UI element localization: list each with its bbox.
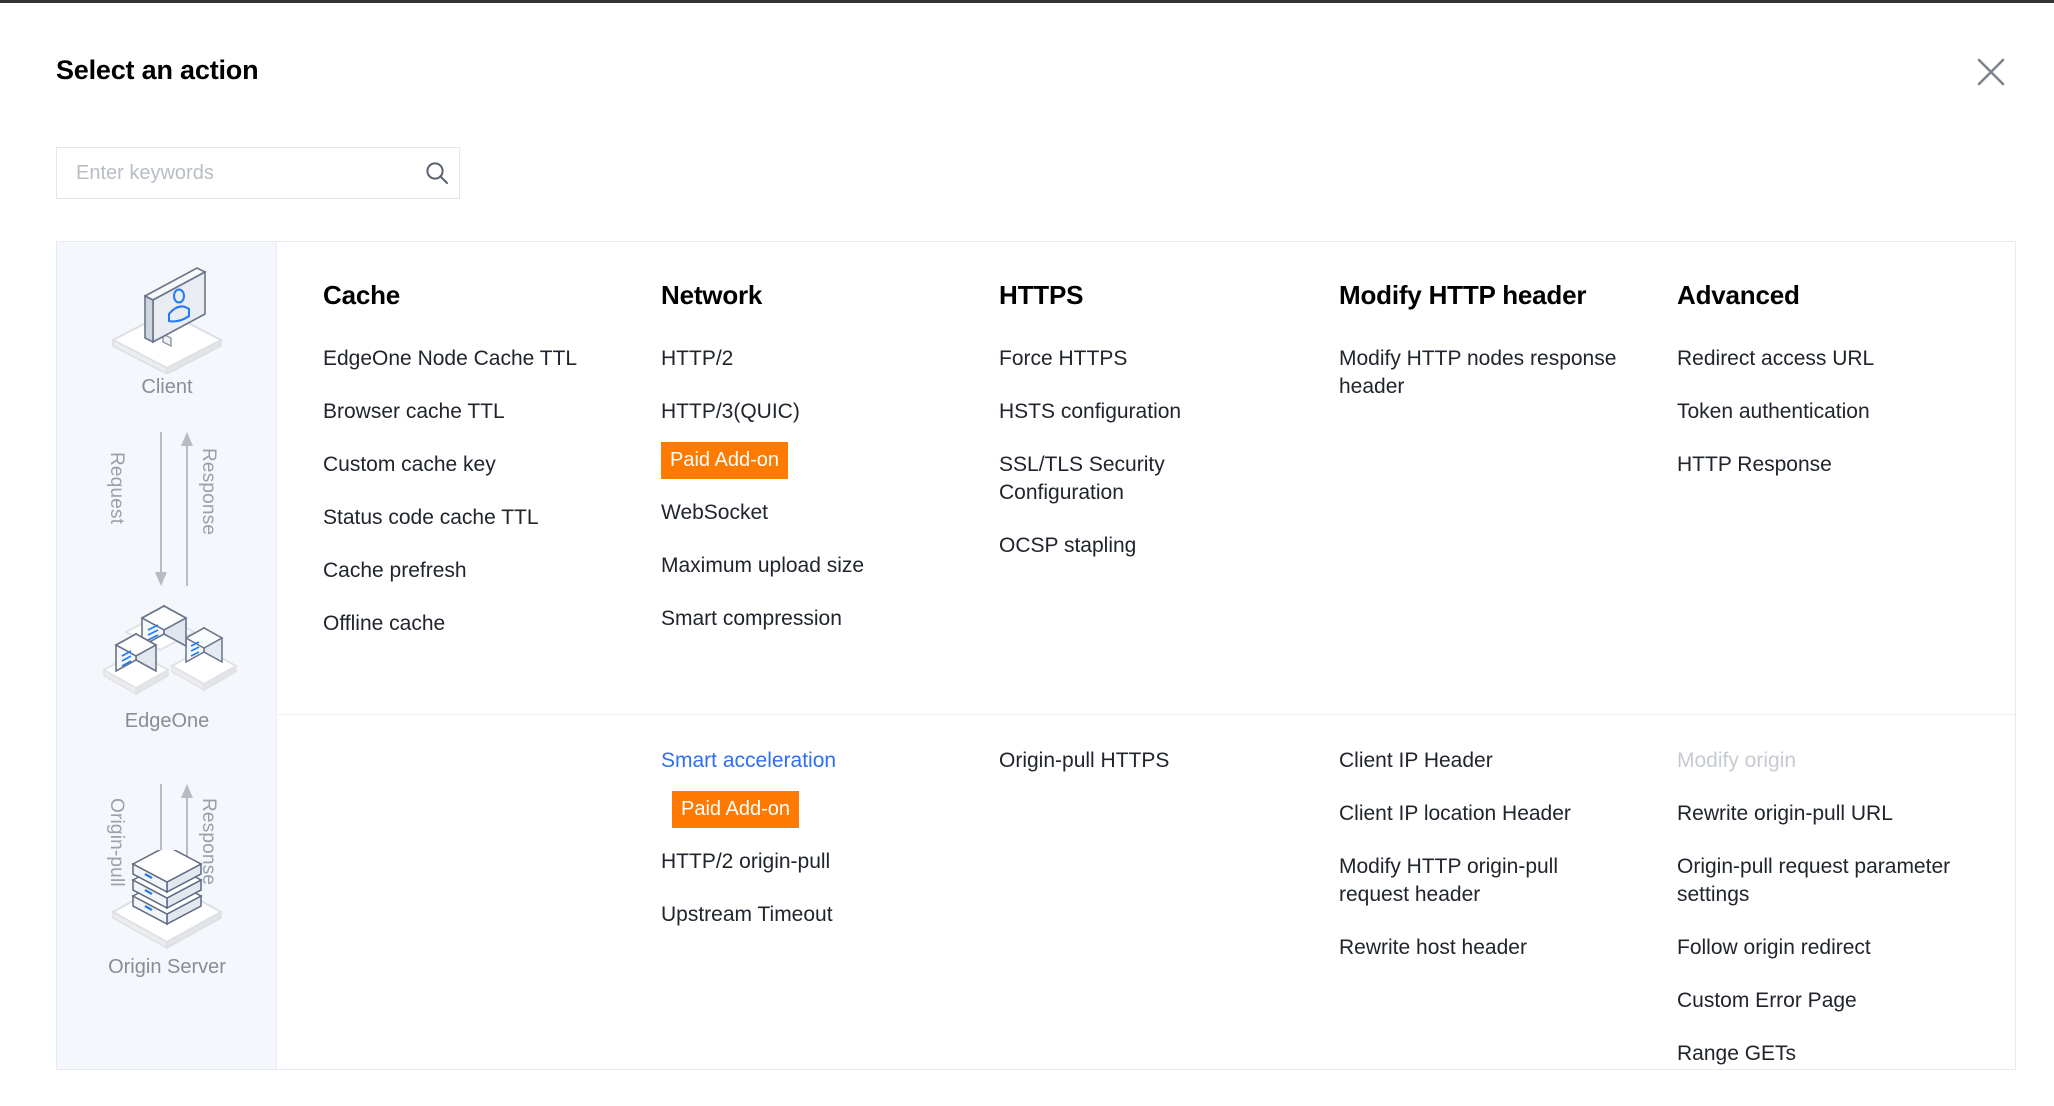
action-status-code-cache-ttl[interactable]: Status code cache TTL <box>323 504 613 532</box>
column-modify-http-header-origin: Client IP Header Client IP location Head… <box>1293 747 1631 1092</box>
action-custom-error-page[interactable]: Custom Error Page <box>1677 987 1967 1015</box>
column-advanced-origin: Modify origin Rewrite origin-pull URL Or… <box>1631 747 1971 1092</box>
action-websocket[interactable]: WebSocket <box>661 499 951 527</box>
column-advanced: Advanced Redirect access URL Token authe… <box>1631 280 1971 692</box>
diagram-flow-label-response-upper: Response <box>198 448 219 536</box>
action-rewrite-host-header[interactable]: Rewrite host header <box>1339 934 1629 962</box>
action-ssl-tls-security-configuration[interactable]: SSL/TLS Security Configuration <box>999 451 1289 507</box>
edgeone-servers-icon <box>57 592 277 708</box>
column-cache-origin <box>277 747 615 1092</box>
action-http2[interactable]: HTTP/2 <box>661 345 951 373</box>
diagram-node-client: Client <box>57 264 277 399</box>
column-modify-http-header: Modify HTTP header Modify HTTP nodes res… <box>1293 280 1631 692</box>
close-icon[interactable] <box>1970 51 2012 93</box>
action-hsts-configuration[interactable]: HSTS configuration <box>999 398 1289 426</box>
actions-row-origin-pull: Smart acceleration Paid Add-on HTTP/2 or… <box>277 715 2015 1102</box>
action-edgeone-node-cache-ttl[interactable]: EdgeOne Node Cache TTL <box>323 345 613 373</box>
column-https-origin: Origin-pull HTTPS <box>953 747 1293 1092</box>
origin-server-stack-icon <box>57 850 277 954</box>
actions-row-client: Cache EdgeOne Node Cache TTL Browser cac… <box>277 242 2015 714</box>
action-http3-quic[interactable]: HTTP/3(QUIC) <box>661 398 951 426</box>
action-smart-acceleration[interactable]: Smart acceleration <box>661 747 951 775</box>
search-input[interactable] <box>57 161 415 185</box>
column-title-advanced: Advanced <box>1677 280 1800 310</box>
diagram-node-origin-server: Origin Server <box>57 850 277 979</box>
action-range-gets[interactable]: Range GETs <box>1677 1040 1967 1068</box>
action-follow-origin-redirect[interactable]: Follow origin redirect <box>1677 934 1967 962</box>
action-cache-prefresh[interactable]: Cache prefresh <box>323 557 613 585</box>
action-custom-cache-key[interactable]: Custom cache key <box>323 451 613 479</box>
actions-grid: Cache EdgeOne Node Cache TTL Browser cac… <box>277 242 2015 1069</box>
action-origin-pull-https[interactable]: Origin-pull HTTPS <box>999 747 1289 775</box>
action-maximum-upload-size[interactable]: Maximum upload size <box>661 552 951 580</box>
action-smart-compression[interactable]: Smart compression <box>661 605 951 633</box>
actions-panel: Client Request Response EdgeOne Origin-p… <box>56 241 2016 1070</box>
action-token-authentication[interactable]: Token authentication <box>1677 398 1967 426</box>
action-ocsp-stapling[interactable]: OCSP stapling <box>999 532 1289 560</box>
diagram-flow-label-request: Request <box>106 452 127 525</box>
diagram-node-label: Origin Server <box>108 956 226 978</box>
action-http-response[interactable]: HTTP Response <box>1677 451 1967 479</box>
diagram-flow-upper: Request Response <box>57 430 277 588</box>
column-cache: Cache EdgeOne Node Cache TTL Browser cac… <box>277 280 615 692</box>
diagram-node-label: Client <box>141 376 193 398</box>
action-modify-http-nodes-response-header[interactable]: Modify HTTP nodes response header <box>1339 345 1629 401</box>
action-modify-http-origin-pull-request-header[interactable]: Modify HTTP origin-pull request header <box>1339 853 1629 909</box>
action-client-ip-header[interactable]: Client IP Header <box>1339 747 1629 775</box>
search-icon[interactable] <box>415 160 459 186</box>
column-title-network: Network <box>661 280 763 310</box>
action-http2-origin-pull[interactable]: HTTP/2 origin-pull <box>661 848 951 876</box>
action-client-ip-location-header[interactable]: Client IP location Header <box>1339 800 1629 828</box>
action-upstream-timeout[interactable]: Upstream Timeout <box>661 901 951 929</box>
request-flow-diagram: Client Request Response EdgeOne Origin-p… <box>57 242 277 1069</box>
action-browser-cache-ttl[interactable]: Browser cache TTL <box>323 398 613 426</box>
action-modify-origin: Modify origin <box>1677 749 1797 772</box>
search-box[interactable] <box>56 147 460 199</box>
action-force-https[interactable]: Force HTTPS <box>999 345 1289 373</box>
column-title-modify-http-header: Modify HTTP header <box>1339 280 1587 310</box>
paid-addon-badge: Paid Add-on <box>661 441 788 479</box>
column-network: Network HTTP/2 HTTP/3(QUIC) Paid Add-on … <box>615 280 953 692</box>
column-title-https: HTTPS <box>999 280 1084 310</box>
select-action-modal: Select an action Enter keywords Client R… <box>0 3 2054 1103</box>
action-offline-cache[interactable]: Offline cache <box>323 610 613 638</box>
diagram-node-label: EdgeOne <box>124 710 210 732</box>
column-network-origin: Smart acceleration Paid Add-on HTTP/2 or… <box>615 747 953 1092</box>
column-https: HTTPS Force HTTPS HSTS configuration SSL… <box>953 280 1293 692</box>
action-origin-pull-request-parameter-settings[interactable]: Origin-pull request parameter settings <box>1677 853 1967 909</box>
paid-addon-badge: Paid Add-on <box>672 790 799 828</box>
diagram-node-edgeone: EdgeOne <box>57 592 277 733</box>
action-redirect-access-url[interactable]: Redirect access URL <box>1677 345 1967 373</box>
client-monitor-icon <box>57 264 277 374</box>
column-title-cache: Cache <box>323 280 401 310</box>
modal-title: Select an action <box>56 55 259 85</box>
action-rewrite-origin-pull-url[interactable]: Rewrite origin-pull URL <box>1677 800 1967 828</box>
